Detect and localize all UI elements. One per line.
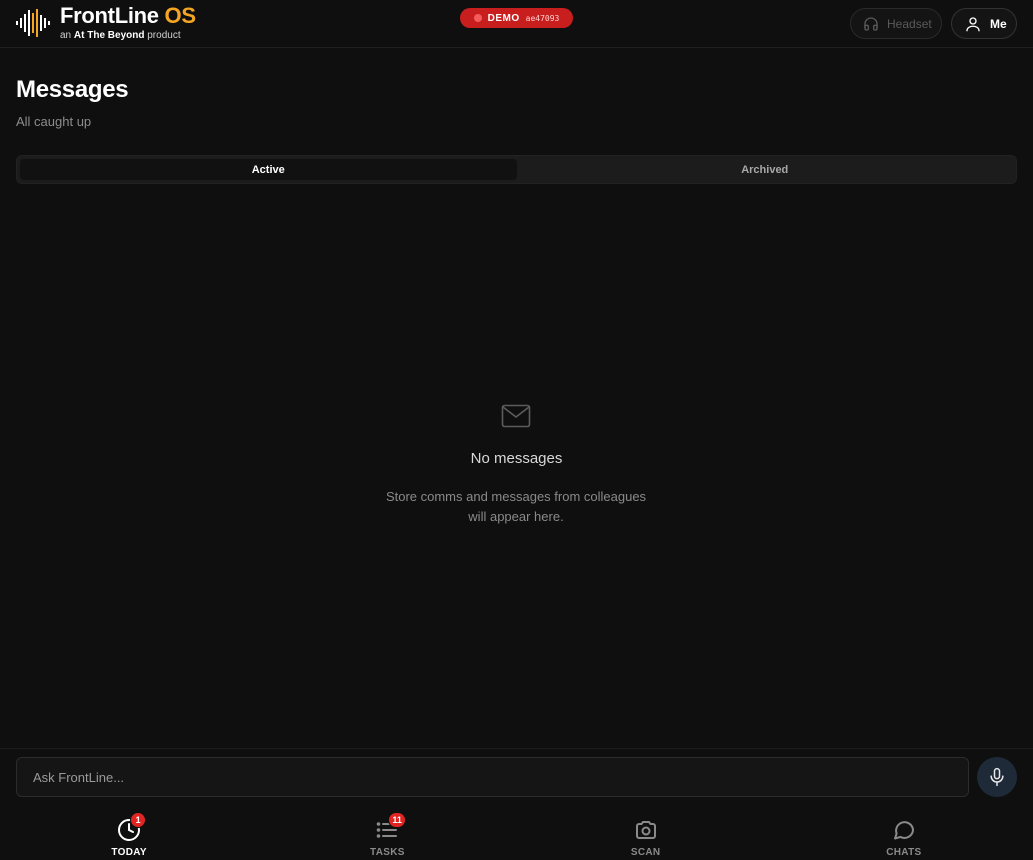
today-badge: 1 (130, 812, 147, 828)
tasks-badge: 11 (388, 812, 406, 828)
nav-item-today[interactable]: 1 TODAY (0, 808, 258, 860)
nav-label-tasks: TASKS (370, 847, 405, 858)
nav-label-scan: SCAN (630, 847, 661, 858)
empty-state-title: No messages (470, 450, 563, 467)
page-title: Messages (16, 76, 129, 103)
demo-label: DEMO (487, 12, 520, 24)
user-icon (966, 16, 980, 31)
nav-icon-wrap: 1 (116, 812, 147, 842)
empty-state-description: Store comms and messages from colleagues… (366, 487, 666, 527)
empty-state-description-line1: Store comms and messages from colleagues (385, 489, 647, 504)
brand-prefix: an (60, 30, 72, 41)
mail-icon (501, 404, 531, 428)
empty-state-description-line2: will appear here. (468, 509, 564, 524)
ask-frontline-input[interactable] (16, 757, 969, 797)
brand-company: At The Beyond (73, 30, 145, 41)
nav-item-scan[interactable]: SCAN (517, 808, 775, 860)
brand-tagline: an At The Beyond product (60, 30, 196, 42)
nav-icon-wrap (633, 818, 659, 842)
soundwave-logo-icon (16, 9, 50, 37)
page-subtitle: All caught up (16, 114, 92, 129)
headset-icon (864, 16, 878, 31)
headset-button[interactable]: Headset (850, 8, 942, 39)
nav-item-chats[interactable]: CHATS (775, 808, 1033, 860)
microphone-button[interactable] (977, 757, 1017, 797)
message-tabs: Active Archived (16, 155, 1017, 184)
bottom-navigation: 1 TODAY 11 TASKS SCAN CHATS (0, 808, 1033, 860)
tab-archived[interactable]: Archived (517, 159, 1014, 180)
demo-badge: DEMO ae47093 (460, 8, 573, 28)
microphone-icon (990, 767, 1004, 787)
camera-icon (635, 821, 656, 839)
demo-dot-icon (473, 14, 482, 22)
demo-code: ae47093 (525, 13, 560, 23)
brand-title: FrontLine OS (60, 4, 196, 28)
nav-label-chats: CHATS (886, 847, 922, 858)
headset-label: Headset (887, 16, 932, 31)
nav-icon-wrap (891, 818, 917, 842)
brand: FrontLine OS an At The Beyond product (60, 4, 196, 42)
app-header: FrontLine OS an At The Beyond product DE… (0, 0, 1033, 48)
chat-bubble-icon (893, 821, 914, 840)
ask-bar-divider (0, 748, 1033, 749)
brand-suffix-text: product (147, 30, 181, 41)
brand-name: FrontLine (60, 3, 159, 28)
profile-label: Me (990, 16, 1007, 31)
nav-item-tasks[interactable]: 11 TASKS (258, 808, 516, 860)
profile-button[interactable]: Me (951, 8, 1017, 39)
nav-label-today: TODAY (111, 847, 147, 858)
brand-suffix: OS (164, 3, 196, 28)
nav-icon-wrap: 11 (374, 812, 406, 842)
tab-active[interactable]: Active (20, 159, 517, 180)
